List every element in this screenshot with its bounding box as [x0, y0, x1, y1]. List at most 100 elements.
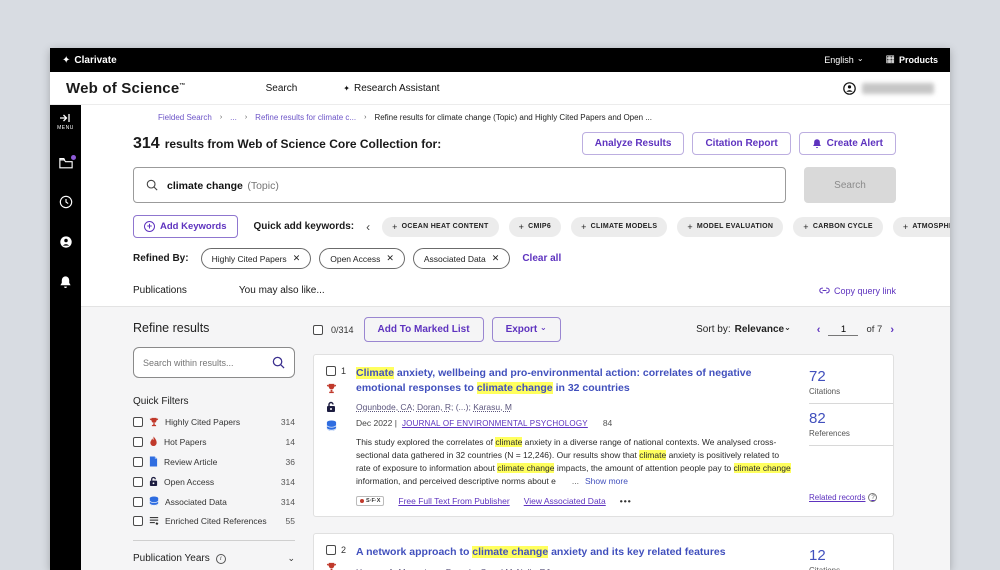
add-to-marked-list-button[interactable]: Add To Marked List [363, 317, 484, 342]
refine-pill[interactable]: Associated Data ✕ [412, 248, 511, 269]
result-authors: Heeren, A; Mouguiama-Daouda, C and McNal… [356, 567, 795, 570]
author-link[interactable]: Mouguiama-Daouda, C [399, 567, 487, 570]
sfx-badge[interactable]: S·F·X [356, 496, 385, 507]
tab-you-may-also-like[interactable]: You may also like... [239, 285, 325, 296]
citations-count[interactable]: 72 [809, 368, 893, 385]
clear-all-link[interactable]: Clear all [522, 253, 561, 264]
filter-associated-data[interactable]: Associated Data 314 [133, 496, 295, 507]
citations-label: Citations [809, 387, 893, 404]
result-title[interactable]: Climate anxiety, wellbeing and pro-envir… [356, 366, 795, 396]
next-page-button[interactable]: › [890, 324, 894, 336]
author-link[interactable]: McNally, RJ [505, 567, 550, 570]
keyword-pill[interactable]: + MODEL EVALUATION [677, 216, 784, 237]
result-checkbox[interactable] [326, 545, 336, 556]
references-count[interactable]: 82 [809, 410, 893, 427]
search-query-box[interactable]: climate change (Topic) [133, 167, 786, 203]
clarivate-logo[interactable]: ✦ Clarivate [62, 55, 117, 66]
checkbox[interactable] [133, 496, 143, 507]
author-link[interactable]: Heeren, A [356, 567, 394, 570]
left-rail: MENU [50, 105, 81, 570]
info-icon[interactable]: i [215, 553, 226, 564]
result-number: 2 [341, 545, 347, 556]
language-selector[interactable]: English [824, 55, 863, 65]
breadcrumb-item[interactable]: Fielded Search [158, 113, 212, 122]
account-icon[interactable] [843, 81, 856, 95]
nav-research-assistant[interactable]: Research Assistant [343, 83, 440, 94]
breadcrumb: Fielded Search › ... › Refine results fo… [158, 113, 652, 122]
filter-open-access[interactable]: Open Access 314 [133, 476, 295, 487]
refine-pill[interactable]: Highly Cited Papers ✕ [200, 248, 312, 269]
page-number-input[interactable] [828, 323, 859, 336]
nav-search[interactable]: Search [266, 83, 298, 94]
filter-review-article[interactable]: Review Article 36 [133, 456, 295, 467]
create-alert-button[interactable]: Create Alert [798, 132, 896, 155]
journal-link[interactable]: JOURNAL OF ENVIRONMENTAL PSYCHOLOGY [402, 419, 588, 428]
add-keywords-button[interactable]: + Add Keywords [133, 215, 238, 238]
keyword-pill[interactable]: +ATMOSPHERE [892, 216, 950, 237]
expand-menu-icon [60, 114, 71, 122]
breadcrumb-item[interactable]: Refine results for climate c... [255, 113, 356, 122]
sort-by-dropdown[interactable]: Sort by: Relevance [696, 324, 791, 335]
remove-filter-icon[interactable]: ✕ [293, 253, 301, 264]
flame-icon [150, 436, 157, 446]
search-scope-text: (Topic) [247, 180, 279, 192]
divider [133, 540, 295, 541]
filter-hot-papers[interactable]: Hot Papers 14 [133, 436, 295, 447]
rail-history[interactable] [59, 195, 73, 209]
keyword-pill[interactable]: + CMIP6 [508, 216, 562, 237]
keywords-scroll-left[interactable]: ‹ [364, 220, 372, 234]
search-button[interactable]: Search [804, 167, 896, 203]
page-total: of 7 [866, 324, 883, 335]
pagination: ‹ of 7 › [817, 323, 894, 336]
breadcrumb-item[interactable]: ... [230, 113, 237, 122]
rail-marked-list[interactable] [58, 155, 76, 169]
search-icon[interactable] [272, 356, 285, 369]
open-lock-icon [149, 476, 158, 486]
search-within-results[interactable] [133, 347, 295, 378]
rail-account[interactable] [59, 235, 73, 249]
checkbox[interactable] [133, 436, 143, 447]
keyword-pill[interactable]: + OCEAN HEAT CONTENT [382, 216, 499, 237]
filter-enriched-cited-refs[interactable]: Enriched Cited References 55 [133, 516, 295, 526]
search-icon [146, 179, 158, 191]
rail-alerts[interactable] [59, 275, 72, 289]
analyze-results-button[interactable]: Analyze Results [581, 132, 685, 155]
user-name-redacted[interactable] [862, 82, 934, 94]
author-link[interactable]: Ogunbode, CA [356, 402, 412, 412]
checkbox[interactable] [133, 456, 143, 467]
refine-sidebar: Refine results Quick Filters Highly Cite… [133, 321, 295, 570]
copy-query-link[interactable]: Copy query link [819, 286, 896, 296]
author-link[interactable]: Karasu, M [473, 402, 512, 412]
export-button[interactable]: Export [491, 317, 561, 342]
checkbox[interactable] [133, 476, 143, 487]
prev-page-button[interactable]: ‹ [817, 324, 821, 336]
clarivate-logo-icon: ✦ [62, 54, 71, 66]
author-link[interactable]: Doran, R [417, 402, 451, 412]
citations-count[interactable]: 12 [809, 547, 893, 564]
trophy-icon [326, 563, 337, 570]
view-associated-data-link[interactable]: View Associated Data [524, 496, 606, 506]
checkbox[interactable] [133, 417, 143, 427]
chevron-down-icon[interactable]: ⌄ [287, 553, 295, 564]
select-all-checkbox[interactable] [313, 324, 323, 335]
remove-filter-icon[interactable]: ✕ [492, 253, 500, 264]
result-title[interactable]: A network approach to climate change anx… [356, 545, 795, 560]
remove-filter-icon[interactable]: ✕ [386, 253, 394, 264]
rail-expand-menu[interactable]: MENU [57, 113, 74, 131]
more-options-button[interactable]: ••• [620, 496, 632, 506]
keyword-pill[interactable]: + CLIMATE MODELS [571, 216, 668, 237]
tab-publications[interactable]: Publications [133, 285, 187, 296]
result-checkbox[interactable] [326, 366, 336, 376]
search-within-input[interactable] [143, 357, 272, 368]
wos-logo[interactable]: Web of Science™ [66, 80, 186, 97]
citation-report-button[interactable]: Citation Report [692, 132, 791, 155]
keyword-pill[interactable]: + CARBON CYCLE [793, 216, 883, 237]
free-full-text-link[interactable]: Free Full Text From Publisher [398, 496, 509, 506]
show-more-link[interactable]: Show more [585, 476, 628, 486]
filter-highly-cited[interactable]: Highly Cited Papers 314 [133, 417, 295, 427]
publication-years-section[interactable]: Publication Years i ⌄ [133, 553, 295, 564]
refine-pill[interactable]: Open Access ✕ [319, 248, 405, 269]
checkbox[interactable] [133, 516, 143, 526]
related-records-link[interactable]: Related records? [809, 493, 893, 506]
products-menu[interactable]: ▦ Products [886, 55, 938, 66]
